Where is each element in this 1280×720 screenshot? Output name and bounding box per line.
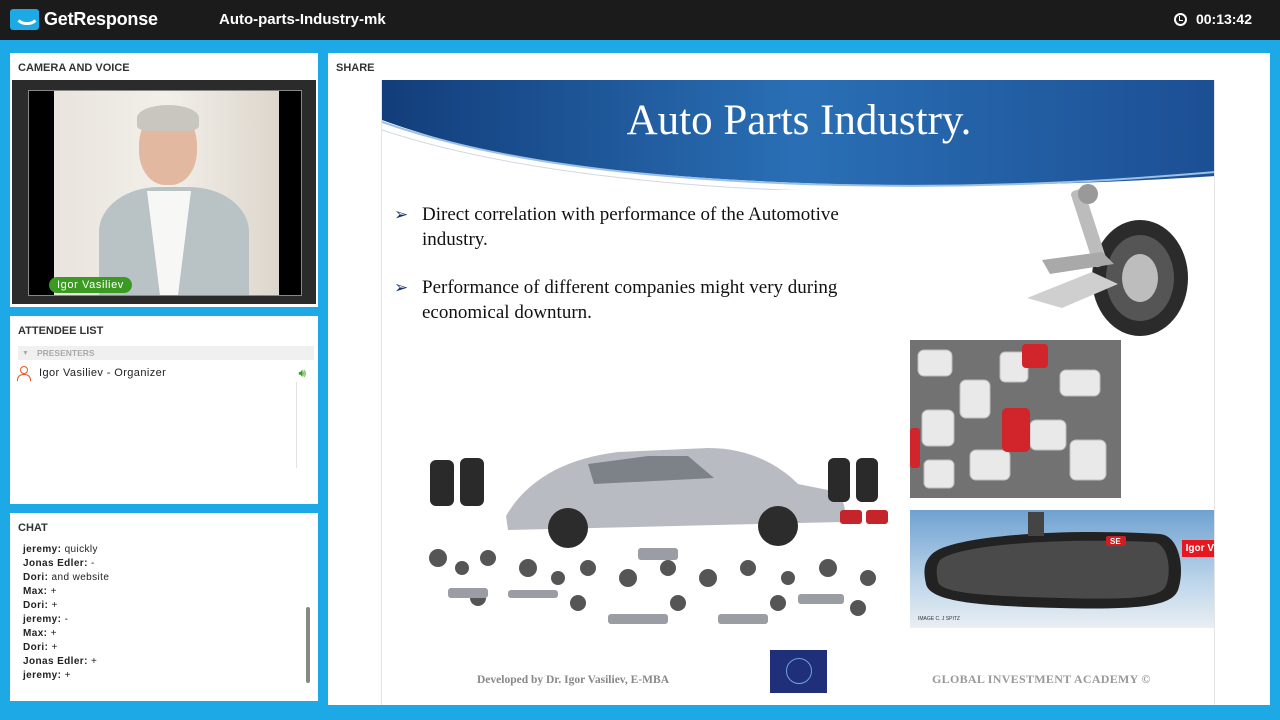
chat-panel-title: CHAT bbox=[18, 522, 48, 534]
top-bar: GetResponse Auto-parts-Industry-mk 00:13… bbox=[0, 0, 1280, 40]
webinar-timer: 00:13:42 bbox=[1173, 11, 1252, 27]
mirror-graphic: SE bbox=[924, 512, 1181, 609]
chat-message: Max: + bbox=[23, 585, 303, 599]
chat-author: jeremy: bbox=[23, 670, 62, 681]
chat-author: jeremy: bbox=[23, 614, 62, 625]
chat-text: and website bbox=[51, 572, 110, 583]
chat-scrollbar[interactable] bbox=[306, 607, 310, 683]
image-credit: IMAGE C. J SPITZ bbox=[918, 616, 960, 622]
shared-slide: Auto Parts Industry. ➢ Direct correlatio… bbox=[381, 80, 1215, 705]
chat-panel: CHAT jeremy: quickly Jonas Edler: - Dori… bbox=[10, 513, 318, 701]
chat-author: Jonas Edler: bbox=[23, 656, 88, 667]
chat-author: Max: bbox=[23, 628, 48, 639]
attendee-item[interactable]: Igor Vasiliev - Organizer 🔊︎ bbox=[16, 365, 312, 381]
camera-panel-title: CAMERA AND VOICE bbox=[18, 62, 130, 74]
chat-message: Jonas Edler: - bbox=[23, 557, 303, 571]
chat-text: - bbox=[91, 558, 95, 569]
presenter-video: Igor Vasiliev bbox=[28, 90, 302, 296]
video-frame[interactable]: Igor Vasiliev bbox=[12, 80, 316, 304]
chat-text: + bbox=[51, 600, 58, 611]
car-parts-image bbox=[429, 448, 888, 624]
slide-footer-academy: GLOBAL INVESTMENT ACADEMY © bbox=[932, 672, 1151, 686]
chat-author: Dori: bbox=[23, 600, 49, 611]
camera-panel: CAMERA AND VOICE Igor Vasiliev bbox=[10, 53, 318, 307]
suspension-wheel-image bbox=[1027, 184, 1188, 336]
chat-message: Max: + bbox=[23, 627, 303, 641]
bullet-arrow-icon: ➢ bbox=[394, 278, 409, 297]
chat-author: Dori: bbox=[23, 572, 49, 583]
chat-text: + bbox=[50, 586, 57, 597]
presenters-group-header[interactable]: ▼ PRESENTERS bbox=[18, 346, 314, 360]
timer-value: 00:13:42 bbox=[1195, 11, 1252, 27]
rearview-mirror-image: SE Igor V IMAGE C. J SPITZ bbox=[910, 510, 1214, 628]
slide-title: Auto Parts Industry. bbox=[626, 97, 972, 144]
chat-message: jeremy: quickly bbox=[23, 543, 303, 557]
chat-message: Jonas Edler: + bbox=[23, 655, 303, 669]
chat-message: jeremy: + bbox=[23, 669, 303, 683]
chat-author: Max: bbox=[23, 586, 48, 597]
attendee-panel-title: ATTENDEE LIST bbox=[18, 325, 104, 337]
chat-text: quickly bbox=[64, 544, 98, 555]
getresponse-logo: GetResponse bbox=[10, 9, 158, 30]
chat-message: jeremy: - bbox=[23, 613, 303, 627]
webinar-title: Auto-parts-Industry-mk bbox=[219, 11, 386, 28]
bullet-arrow-icon: ➢ bbox=[394, 205, 409, 224]
annotation-name-label: Igor V bbox=[1181, 540, 1214, 557]
attendee-panel: ATTENDEE LIST ▼ PRESENTERS Igor Vasiliev… bbox=[10, 316, 318, 504]
slide-bullet-text: Performance of different companies might… bbox=[422, 277, 838, 323]
chat-author: jeremy: bbox=[23, 544, 62, 555]
chat-text: + bbox=[91, 656, 98, 667]
getresponse-logo-icon bbox=[10, 9, 40, 30]
chat-message: Dori: + bbox=[23, 599, 303, 613]
chat-text: - bbox=[64, 614, 69, 625]
chat-text: + bbox=[50, 628, 57, 639]
collapse-caret-icon: ▼ bbox=[22, 349, 29, 357]
speaker-on-icon[interactable]: 🔊︎ bbox=[298, 366, 306, 381]
attendee-scrollbar[interactable] bbox=[296, 382, 297, 468]
chat-message: Dori: + bbox=[23, 641, 303, 655]
academy-logo bbox=[770, 650, 827, 693]
attendee-name: Igor Vasiliev - Organizer bbox=[39, 367, 167, 379]
chat-text: + bbox=[64, 670, 71, 681]
slide-bullet-text: Direct correlation with performance of t… bbox=[422, 204, 839, 250]
chat-message-list: jeremy: quickly Jonas Edler: - Dori: and… bbox=[23, 543, 303, 683]
presenter-hair bbox=[137, 105, 199, 131]
chat-author: Jonas Edler: bbox=[23, 558, 88, 569]
chat-text: + bbox=[51, 642, 58, 653]
presenter-name-tag: Igor Vasiliev bbox=[49, 277, 132, 293]
presenters-group-label: PRESENTERS bbox=[36, 348, 95, 358]
brand-name: GetResponse bbox=[44, 9, 158, 29]
share-panel: SHARE Auto Parts Industry. ➢ Direct corr… bbox=[328, 53, 1270, 705]
slide-footer-author: Developed by Dr. Igor Vasiliev, E-MBA bbox=[477, 674, 670, 686]
chat-author: Dori: bbox=[23, 642, 49, 653]
person-icon bbox=[16, 366, 31, 381]
share-panel-title: SHARE bbox=[336, 62, 375, 74]
chat-message: Dori: and website bbox=[23, 571, 303, 585]
mirror-display-text: SE bbox=[1110, 537, 1121, 546]
clock-icon bbox=[1173, 12, 1187, 26]
headlights-taillights-image bbox=[910, 340, 1121, 498]
